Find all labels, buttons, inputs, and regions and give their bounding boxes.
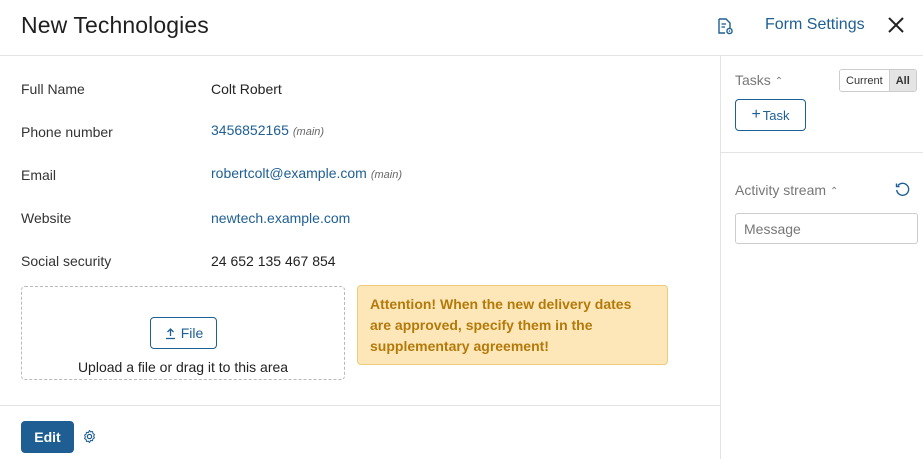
attention-notice: Attention! When the new delivery dates a…: [357, 285, 668, 365]
email-link[interactable]: robertcolt@example.com: [211, 165, 367, 181]
tasks-section-toggle[interactable]: Tasks ⌃: [735, 72, 783, 88]
task-button-label: Task: [762, 107, 790, 123]
main-content: Full Name Colt Robert Phone number 34568…: [0, 56, 720, 405]
right-sidebar: Tasks ⌃ Current All + Task Activity strea…: [720, 56, 923, 459]
social-security-label: Social security: [21, 253, 112, 269]
website-label: Website: [21, 210, 72, 226]
page-header: New Technologies Form Settings: [0, 0, 923, 56]
filter-all[interactable]: All: [889, 70, 916, 91]
edit-button[interactable]: Edit: [21, 421, 74, 453]
page-title: New Technologies: [21, 12, 209, 38]
chevron-up-icon: ⌃: [774, 76, 784, 87]
website-link[interactable]: newtech.example.com: [211, 210, 350, 226]
plus-icon: +: [751, 106, 761, 123]
full-name-value: Colt Robert: [211, 81, 282, 97]
full-name-label: Full Name: [21, 81, 85, 97]
phone-label: Phone number: [21, 124, 113, 140]
gear-icon[interactable]: [82, 429, 97, 444]
phone-link[interactable]: 3456852165: [211, 122, 289, 138]
message-input[interactable]: [735, 213, 918, 244]
phone-note: (main): [292, 126, 325, 138]
document-settings-icon[interactable]: [716, 17, 734, 35]
upload-hint: Upload a file or drag it to this area: [77, 359, 289, 375]
file-dropzone[interactable]: File Upload a file or drag it to this ar…: [21, 286, 345, 380]
sidebar-divider: [721, 152, 923, 153]
chevron-up-icon: ⌃: [830, 186, 839, 197]
activity-label: Activity stream: [735, 182, 827, 198]
activity-section-toggle[interactable]: Activity stream ⌃: [735, 182, 838, 198]
tasks-filter-toggle[interactable]: Current All: [839, 69, 917, 92]
close-icon[interactable]: [885, 14, 907, 36]
tasks-label: Tasks: [735, 72, 771, 88]
file-upload-button[interactable]: File: [150, 317, 217, 349]
email-note: (main): [370, 169, 402, 181]
file-button-label: File: [180, 325, 204, 341]
add-task-button[interactable]: + Task: [735, 99, 806, 131]
refresh-icon[interactable]: [894, 181, 911, 198]
form-settings-link[interactable]: Form Settings: [765, 16, 865, 34]
email-label: Email: [21, 167, 57, 183]
social-security-value: 24 652 135 467 854: [211, 253, 336, 269]
upload-icon: [165, 327, 175, 339]
filter-current[interactable]: Current: [840, 70, 890, 91]
footer-bar: Edit: [0, 405, 720, 459]
